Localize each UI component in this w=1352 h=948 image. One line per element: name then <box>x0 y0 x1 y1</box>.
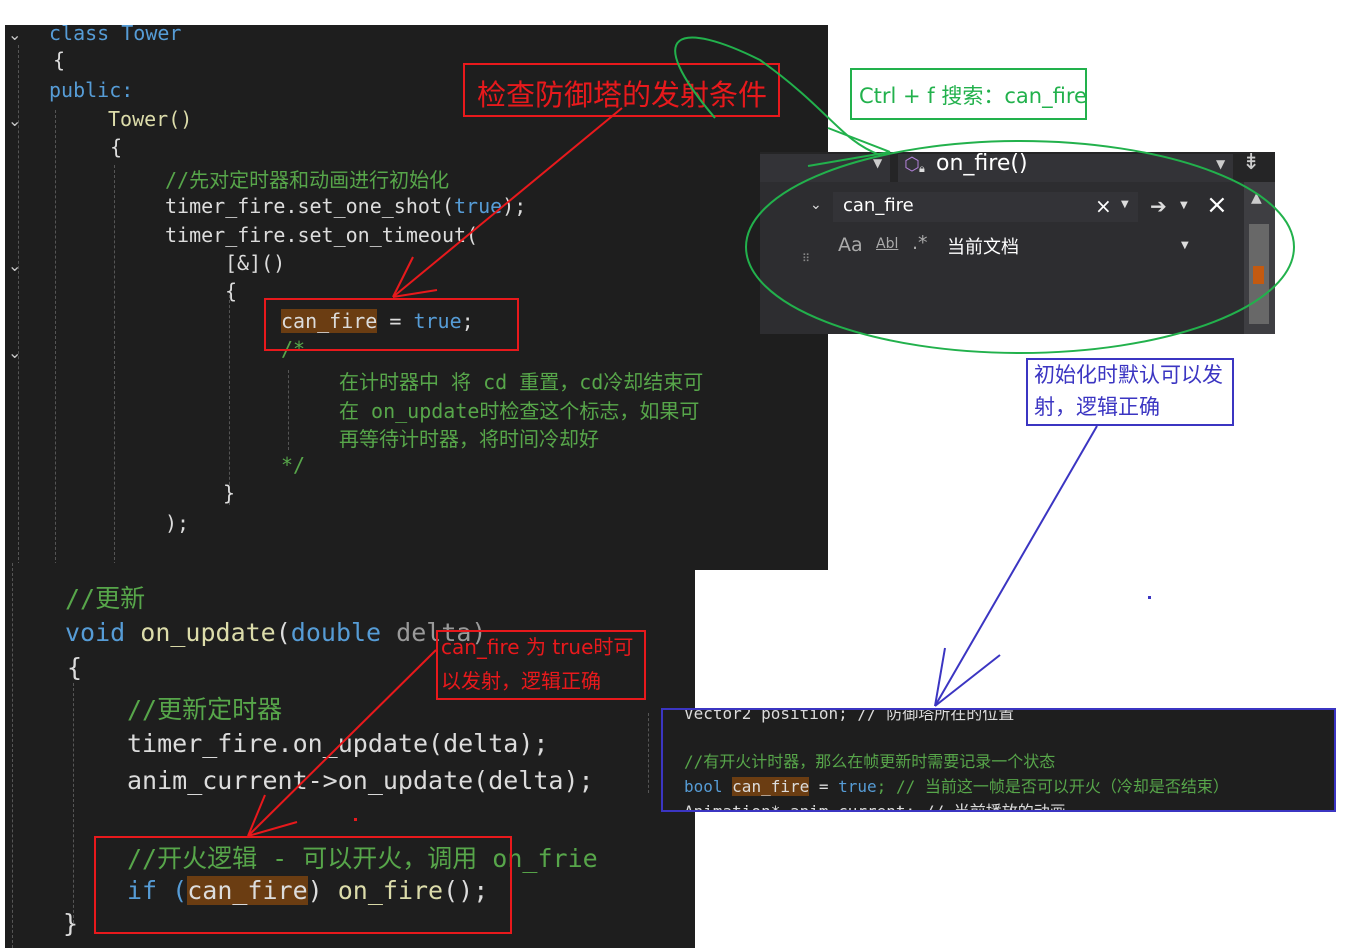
toggle-replace-chevron-icon[interactable]: ⌄ <box>810 197 822 213</box>
code-line: class Tower <box>49 25 181 45</box>
search-scope-label[interactable]: 当前文档 <box>947 233 1019 259</box>
code-comment: 再等待计时器，将时间冷却好 <box>339 427 599 451</box>
code-token: timer_fire.set_one_shot( <box>165 194 454 218</box>
code-comment: //先对定时器和动画进行初始化 <box>165 168 450 192</box>
code-token: void <box>65 618 126 647</box>
code-comment: 在 on_update时检查这个标志，如果可 <box>339 399 700 423</box>
green-arrow-line <box>827 127 891 153</box>
code-line: ); <box>165 511 190 535</box>
code-comment: */ <box>281 453 306 477</box>
code-line: } <box>63 909 79 938</box>
annotation-blue-label: 初始化时默认可以发 射，逻辑正确 <box>1034 363 1223 419</box>
blue-arrow-line <box>934 425 1098 707</box>
annotation-green-label: Ctrl + f 搜索：can_fire <box>859 84 1087 108</box>
indent-guide <box>73 683 74 923</box>
indent-guide <box>288 370 289 450</box>
code-line: timer_fire.on_update(delta); <box>127 729 549 758</box>
lock-icon: 🔒︎ <box>919 162 925 175</box>
code-token: on_update <box>125 618 276 647</box>
code-line: } <box>223 481 236 505</box>
fold-chevron-icon[interactable]: ⌄ <box>8 256 21 275</box>
scope-dropdown-chevron-icon[interactable]: ▼ <box>1181 240 1189 251</box>
code-line: anim_current->on_update(delta); <box>127 766 594 795</box>
vertical-scrollbar[interactable]: ▲ <box>1244 182 1275 334</box>
current-member-label: on_fire() <box>936 152 1028 176</box>
blue-dot <box>1148 596 1151 599</box>
scroll-match-marker <box>1253 266 1264 284</box>
code-token: true <box>453 194 503 218</box>
code-line: [&]() <box>225 251 286 275</box>
navigation-scope-dropdown[interactable] <box>760 154 890 182</box>
code-line: Tower() <box>108 107 193 131</box>
code-comment: //更新 <box>65 584 146 613</box>
annotation-box-fire-logic <box>94 836 512 934</box>
annotation-box-can-fire-assign <box>264 298 519 351</box>
clear-search-icon[interactable]: × <box>1095 194 1112 218</box>
code-token: ); <box>502 194 527 218</box>
match-case-icon[interactable]: Aa <box>838 234 863 256</box>
close-find-icon[interactable]: × <box>1206 190 1228 220</box>
search-history-chevron-icon[interactable]: ▼ <box>1121 199 1129 210</box>
search-query-text: can_fire <box>843 195 914 216</box>
code-comment: 在计时器中 将 cd 重置，cd冷却结束可 <box>339 370 704 394</box>
chevron-down-icon[interactable]: ▼ <box>873 156 882 170</box>
keyword-class: class Tower <box>49 25 182 45</box>
split-window-icon[interactable]: ⇟ <box>1242 152 1260 175</box>
match-whole-word-icon[interactable]: Abl <box>876 236 898 252</box>
annotation-box-declaration <box>661 708 1336 812</box>
code-line: { <box>53 48 66 72</box>
code-line: public: <box>49 78 134 102</box>
blue-arrow-head <box>934 647 946 707</box>
indent-guide <box>648 713 649 793</box>
find-next-icon[interactable]: ➔ <box>1150 194 1167 218</box>
code-line: timer_fire.set_one_shot(true); <box>165 194 526 218</box>
indent-guide <box>55 110 56 570</box>
navigation-member-dropdown[interactable]: ⬡ 🔒︎ on_fire() ▼ <box>898 152 1233 182</box>
code-comment: //更新定时器 <box>127 695 283 724</box>
fold-chevron-icon[interactable]: ⌄ <box>8 25 21 44</box>
code-token: ( <box>275 618 291 647</box>
fold-chevron-icon[interactable]: ⌄ <box>8 343 21 362</box>
find-widget-panel: ▼ ⬡ 🔒︎ on_fire() ▼ ⇟ ⌄ can_fire × ▼ ➔ ▼ … <box>760 152 1275 334</box>
code-token: double <box>290 618 382 647</box>
indent-guide <box>12 563 13 948</box>
fold-chevron-icon[interactable]: ⌄ <box>8 111 21 130</box>
annotation-title-label: 检查防御塔的发射条件 <box>477 78 768 112</box>
regex-icon[interactable]: .* <box>912 232 928 254</box>
code-line: timer_fire.set_on_timeout( <box>165 223 479 247</box>
search-input[interactable]: can_fire × ▼ <box>833 192 1138 222</box>
resize-grip-icon[interactable]: ⠿ <box>802 252 810 265</box>
indent-guide <box>114 165 115 565</box>
scroll-up-arrow-icon[interactable]: ▲ <box>1251 190 1262 206</box>
method-icon: ⬡ <box>904 154 920 175</box>
chevron-down-icon[interactable]: ▼ <box>1216 157 1225 171</box>
annotation-red-label2: can_fire 为 true时可 以发射，逻辑正确 <box>441 635 634 693</box>
find-options-chevron-icon[interactable]: ▼ <box>1180 200 1188 211</box>
code-line: { <box>67 653 83 682</box>
code-line: void on_update(double delta) <box>65 618 486 647</box>
code-line: { <box>225 279 238 303</box>
blue-arrow-head <box>934 654 1001 707</box>
indent-guide <box>229 295 230 505</box>
code-line: { <box>110 135 123 159</box>
